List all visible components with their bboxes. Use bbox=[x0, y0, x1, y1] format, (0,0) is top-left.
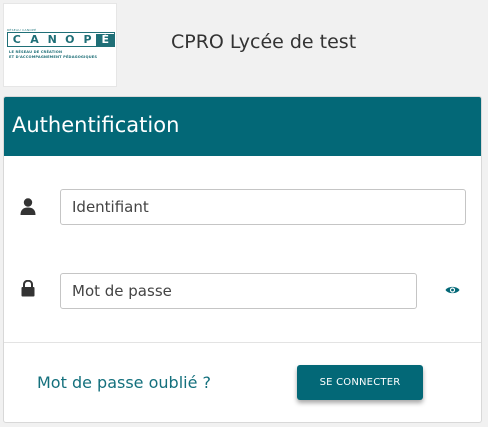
logo-letter: A bbox=[30, 32, 39, 46]
eye-icon[interactable] bbox=[445, 285, 460, 295]
school-name: CPRO Lycée de test bbox=[171, 31, 357, 53]
logo-letter: N bbox=[47, 32, 57, 46]
lock-icon bbox=[21, 280, 35, 297]
forgot-password-link[interactable]: Mot de passe oublié ? bbox=[37, 373, 211, 392]
canope-logo: RÉSEAU CANOPÉ C A N O P É LE RÉSEAU DE C… bbox=[3, 3, 117, 87]
logo-tagline-2: ET D'ACCOMPAGNEMENT PÉDAGOGIQUES bbox=[9, 55, 98, 59]
user-icon bbox=[20, 198, 36, 215]
logo-letter: É bbox=[96, 33, 115, 46]
card-divider bbox=[4, 342, 481, 343]
login-title: Authentification bbox=[12, 113, 180, 137]
page-header: RÉSEAU CANOPÉ C A N O P É LE RÉSEAU DE C… bbox=[0, 0, 488, 90]
login-card-header: Authentification bbox=[4, 97, 481, 156]
login-card: Authentification Mot de passe oublié ? S… bbox=[3, 96, 482, 423]
logo-letter: P bbox=[83, 32, 92, 46]
username-input[interactable] bbox=[60, 189, 466, 225]
logo-tagline-1: LE RÉSEAU DE CRÉATION bbox=[9, 50, 63, 54]
password-input[interactable] bbox=[60, 273, 417, 309]
logo-wordmark: C A N O P É bbox=[7, 32, 115, 47]
logo-letter: O bbox=[65, 32, 75, 46]
login-button[interactable]: SE CONNECTER bbox=[297, 365, 423, 400]
logo-letter: C bbox=[12, 32, 21, 46]
